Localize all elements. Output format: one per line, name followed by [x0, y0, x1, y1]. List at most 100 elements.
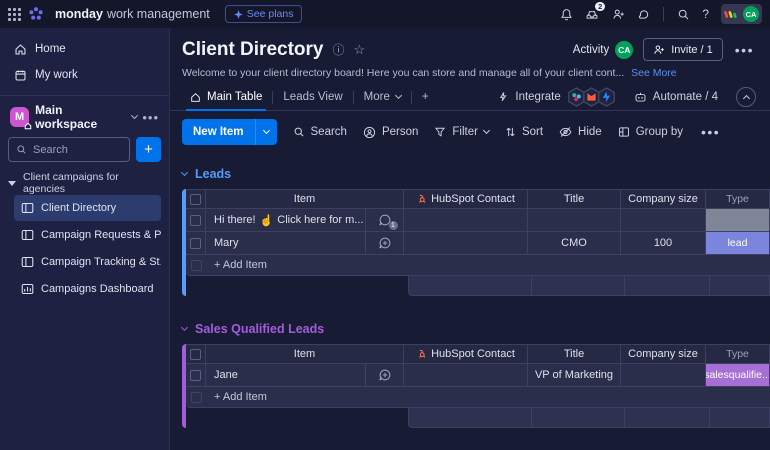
marketplace-icon[interactable]	[637, 7, 651, 21]
group-by-tool[interactable]: Group by	[618, 126, 683, 138]
item-cell[interactable]: Mary	[206, 232, 366, 255]
person-filter-tool[interactable]: Person	[363, 126, 418, 139]
workspace-name: Main workspace	[35, 103, 98, 131]
invite-button[interactable]: Invite / 1	[643, 38, 723, 61]
activity-button[interactable]: Activity CA	[573, 40, 634, 59]
row-checkbox[interactable]	[190, 369, 201, 381]
column-header-hubspot[interactable]: HubSpot Contact	[404, 189, 528, 209]
hubspot-cell[interactable]	[404, 209, 528, 232]
summary-cell-company-size	[625, 276, 710, 296]
workspace-chevron-down-icon[interactable]	[130, 112, 138, 119]
see-plans-button[interactable]: See plans	[224, 5, 303, 23]
workspace-menu-dots[interactable]: •••	[142, 110, 159, 125]
toolbar-more-dots[interactable]: •••	[699, 124, 722, 140]
column-header-title[interactable]: Title	[528, 344, 621, 364]
add-update-bubble-icon[interactable]	[378, 236, 392, 250]
group-collapse-chevron-icon[interactable]	[180, 323, 189, 332]
search-tool[interactable]: Search	[293, 126, 347, 138]
row-checkbox[interactable]	[190, 237, 201, 249]
apps-grid-icon[interactable]	[8, 7, 21, 21]
column-header-type[interactable]: Type	[706, 189, 770, 209]
table-row[interactable]: Hi there! ☝ Click here for m... 1	[186, 209, 770, 232]
integration-app-icons[interactable]	[568, 87, 616, 107]
invite-members-icon[interactable]	[611, 7, 625, 21]
sidebar-board-campaign-tracking[interactable]: Campaign Tracking & St...	[14, 249, 161, 275]
board-icon	[21, 230, 34, 240]
sidebar-board-campaigns-dashboard[interactable]: Campaigns Dashboard	[14, 276, 161, 302]
tab-main-table[interactable]: Main Table	[182, 84, 270, 111]
sidebar-item-home[interactable]: Home	[8, 36, 161, 62]
sort-tool[interactable]: Sort	[505, 126, 543, 138]
sidebar-search-box[interactable]	[8, 137, 130, 162]
item-cell[interactable]: Jane	[206, 364, 366, 387]
table-row[interactable]: Mary CMO 100 lead	[186, 232, 770, 255]
inbox-icon[interactable]: 2	[585, 2, 606, 21]
notifications-bell-icon[interactable]	[559, 7, 573, 21]
hubspot-icon	[419, 194, 426, 203]
tab-more[interactable]: More	[356, 84, 409, 110]
add-view-button[interactable]: +	[414, 84, 437, 110]
sidebar-board-campaign-requests[interactable]: Campaign Requests & Pl...	[14, 222, 161, 248]
help-icon[interactable]: ?	[702, 7, 709, 21]
table-row[interactable]: Jane VP of Marketing salesqualifie...	[186, 364, 770, 387]
inbox-badge: 2	[595, 2, 606, 11]
row-checkbox[interactable]	[190, 214, 201, 226]
board-info-icon[interactable]: ⓘ	[332, 41, 344, 58]
type-status-cell[interactable]: lead	[706, 232, 769, 254]
folder-client-campaigns[interactable]: Client campaigns for agencies	[8, 171, 161, 195]
invite-label: Invite / 1	[671, 43, 713, 56]
search-icon[interactable]	[676, 7, 690, 21]
title-cell[interactable]: VP of Marketing	[528, 364, 621, 387]
see-more-link[interactable]: See More	[631, 67, 677, 79]
board-menu-dots[interactable]: •••	[733, 42, 756, 58]
hubspot-icon	[419, 349, 426, 358]
item-cell[interactable]: Hi there! ☝ Click here for m...	[206, 209, 366, 232]
new-item-button[interactable]: New Item	[182, 119, 277, 145]
column-header-title[interactable]: Title	[528, 189, 621, 209]
column-header-company-size[interactable]: Company size	[621, 189, 706, 209]
sidebar-add-button[interactable]: +	[136, 137, 161, 162]
hubspot-cell[interactable]	[404, 364, 528, 387]
column-header-hubspot[interactable]: HubSpot Contact	[404, 344, 528, 364]
search-tool-label: Search	[310, 126, 347, 138]
person-icon	[363, 126, 376, 138]
column-header-item[interactable]: Item	[206, 189, 404, 209]
select-all-checkbox[interactable]	[190, 348, 201, 360]
add-item-row[interactable]: + Add Item	[186, 387, 770, 408]
add-update-bubble-icon[interactable]	[378, 368, 392, 382]
new-item-dropdown[interactable]	[254, 119, 277, 145]
group-collapse-chevron-icon[interactable]	[180, 168, 189, 177]
filter-tool[interactable]: Filter	[434, 126, 490, 138]
company-size-cell[interactable]: 100	[621, 232, 706, 255]
column-header-item[interactable]: Item	[206, 344, 404, 364]
summary-cell-hubspot	[408, 276, 532, 296]
type-status-cell[interactable]: salesqualifie...	[706, 364, 769, 386]
sidebar-item-my-work[interactable]: My work	[8, 62, 161, 88]
sidebar-board-client-directory[interactable]: Client Directory	[14, 195, 161, 221]
user-avatar[interactable]: CA	[743, 6, 759, 22]
brand-name: monday	[55, 7, 103, 21]
title-cell[interactable]: CMO	[528, 232, 621, 255]
company-size-cell[interactable]	[621, 209, 706, 232]
tab-leads-view[interactable]: Leads View	[275, 84, 350, 110]
hubspot-cell[interactable]	[404, 232, 528, 255]
column-header-company-size[interactable]: Company size	[621, 344, 706, 364]
hide-tool[interactable]: Hide	[559, 126, 602, 138]
sidebar-search-input[interactable]	[33, 143, 113, 156]
group-heading-sales-qualified-leads[interactable]: Sales Qualified Leads	[180, 322, 770, 336]
activity-avatar: CA	[615, 40, 634, 59]
select-all-checkbox[interactable]	[190, 193, 201, 205]
profile-pill[interactable]: CA	[721, 4, 762, 24]
integrate-button[interactable]: Integrate	[497, 91, 561, 103]
board-favorite-star-icon[interactable]: ☆	[354, 42, 366, 58]
type-status-cell[interactable]	[706, 209, 769, 231]
title-cell[interactable]	[528, 209, 621, 232]
company-size-cell[interactable]	[621, 364, 706, 387]
group-heading-leads[interactable]: Leads	[180, 167, 770, 181]
updates-bubble-icon[interactable]: 1	[378, 213, 398, 230]
collapse-header-button[interactable]	[736, 87, 756, 107]
workspace-switcher[interactable]: M Main workspace •••	[8, 103, 161, 131]
column-header-type[interactable]: Type	[706, 344, 770, 364]
add-item-row[interactable]: + Add Item	[186, 255, 770, 276]
automate-button[interactable]: Automate / 4	[634, 91, 718, 103]
